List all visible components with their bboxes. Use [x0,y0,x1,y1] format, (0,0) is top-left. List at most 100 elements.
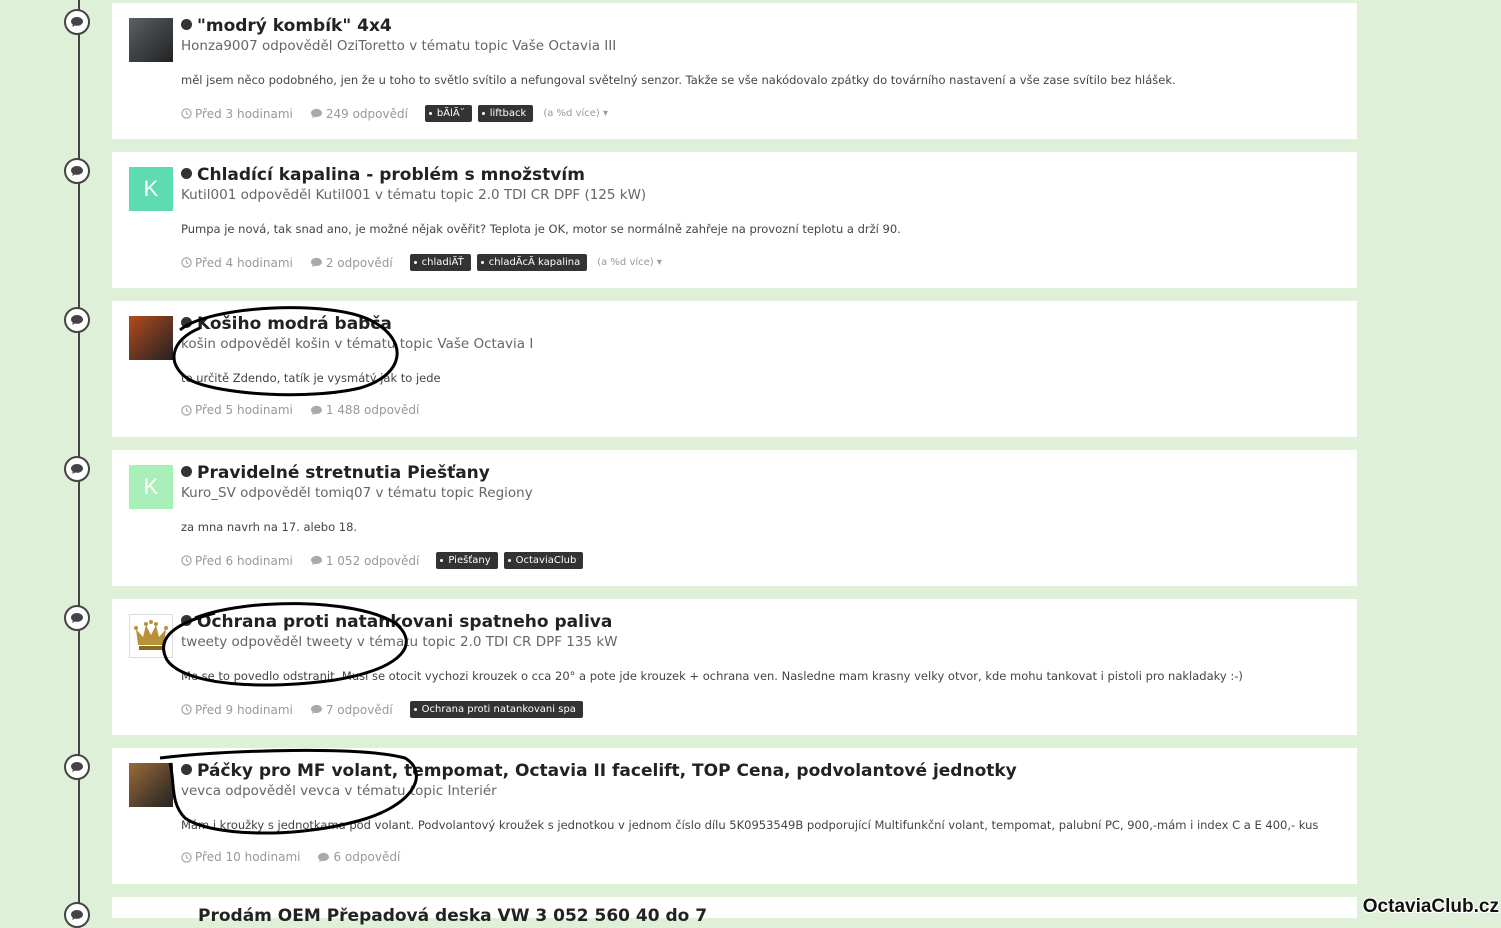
avatar-letter: K [143,474,159,499]
timeline-chat-icon [64,307,90,333]
unread-dot-icon [181,19,192,30]
reply-count[interactable]: 6 odpovědí [317,850,400,864]
timeline-chat-icon [64,9,90,35]
unread-dot-icon [181,764,192,775]
reply-count-text: 6 odpovědí [333,850,401,864]
user-avatar[interactable] [129,763,173,807]
avatar-letter: K [143,176,159,201]
post-time-text: Před 5 hodinami [195,403,293,417]
timeline-chat-icon [64,605,90,631]
reply-count[interactable]: 2 odpovědí [310,256,393,270]
topic-title-link[interactable]: Košiho modrá babča [181,314,392,334]
reply-count-text: 1 052 odpovědí [325,553,420,568]
post-meta: Před 10 hodinami 6 odpovědí [181,850,417,864]
user-avatar[interactable]: K [129,167,173,211]
user-avatar[interactable] [129,316,173,360]
caret-down-icon: ▾ [656,257,662,268]
topic-title-text: "modrý kombík" 4x4 [197,16,392,36]
topic-title-link[interactable]: Páčky pro MF volant, tempomat, Octavia I… [181,761,1017,781]
topic-title-text: Pravidelné stretnutia Piešťany [197,463,490,483]
reply-byline[interactable]: tweety odpověděl tweety v tématu topic 2… [181,634,618,650]
post-time-text: Před 4 hodinami [195,255,293,270]
tag-chip[interactable]: Ochrana proti natankovani spa [409,701,583,718]
more-tags-text: (a %d více) [597,257,654,268]
reply-count-text: 2 odpovědí [325,255,393,270]
user-avatar[interactable] [129,18,173,62]
reply-count[interactable]: 1 052 odpovědí [310,553,420,568]
post-time-text: Před 6 hodinami [195,553,293,568]
post-excerpt: Mám i kroužky s jednotkama pod volant. P… [181,818,1319,832]
unread-dot-icon [181,615,192,626]
unread-dot-icon [181,168,192,179]
clock-icon [181,555,192,566]
clock-icon [181,108,192,119]
reply-count[interactable]: 7 odpovědí [310,703,393,717]
reply-count[interactable]: 249 odpovědí [310,107,408,121]
more-tags-toggle[interactable]: (a %d více) ▾ [597,257,662,268]
unread-dot-icon [181,317,192,328]
more-tags-text: (a %d více) [543,108,600,119]
topic-title-text: Ochrana proti natankovani spatneho paliv… [197,612,613,632]
timeline-chat-icon [64,158,90,184]
reply-byline[interactable]: vevca odpověděl vevca v tématu topic Int… [181,783,497,799]
clock-icon [181,257,192,268]
post-time[interactable]: Před 10 hodinami [181,850,300,864]
post-excerpt: měl jsem něco podobného, jen že u toho t… [181,73,1176,87]
reply-byline[interactable]: Kuro_SV odpověděl tomiq07 v tématu topic… [181,485,533,501]
clock-icon [181,851,192,863]
comment-icon [318,852,330,862]
tag-chip[interactable]: chladiÃŤ [409,254,471,271]
post-time[interactable]: Před 6 hodinami [181,554,293,568]
topic-title-text: Páčky pro MF volant, tempomat, Octavia I… [197,761,1017,781]
tag-chip[interactable]: bÃlÃ˘ [424,105,472,122]
post-meta: Před 5 hodinami 1 488 odpovědí [181,403,436,417]
post-excerpt: za mna navrh na 17. alebo 18. [181,520,358,534]
post-excerpt: Me se to povedlo odstranit. Musi se otoc… [181,669,1243,683]
post-time[interactable]: Před 3 hodinami [181,107,293,121]
activity-card: Páčky pro MF volant, tempomat, Octavia I… [112,748,1357,884]
unread-dot-icon [181,466,192,477]
activity-card: Košiho modrá babča košin odpověděl košin … [112,301,1357,437]
activity-card: K Pravidelné stretnutia Piešťany Kuro_SV o… [112,450,1357,586]
watermark: OctaviaClub.cz [1362,896,1499,917]
user-avatar[interactable]: K [129,465,173,509]
post-meta: Před 4 hodinami 2 odpovědí chladiÃŤ chladÃc… [181,254,662,271]
post-time[interactable]: Před 4 hodinami [181,256,293,270]
topic-title-text: Košiho modrá babča [197,314,392,334]
tag-chip[interactable]: liftback [477,105,534,122]
post-meta: Před 3 hodinami 249 odpovědí bÃlÃ˘ liftback… [181,105,608,122]
comment-icon [310,405,322,415]
post-time-text: Před 9 hodinami [195,702,293,717]
next-post-title-partial[interactable]: Prodám OEM Přepadová deska VW 3 052 560 … [198,906,707,926]
reply-count[interactable]: 1 488 odpovědí [310,403,420,417]
topic-title-link[interactable]: Pravidelné stretnutia Piešťany [181,463,490,483]
clock-icon [181,704,192,715]
comment-icon [310,257,322,268]
tag-chip[interactable]: OctaviaClub [503,552,584,569]
activity-card: "modrý kombík" 4x4 Honza9007 odpověděl Oz… [112,3,1357,139]
tag-chip[interactable]: chladÃcÃ kapalina [476,254,588,271]
comment-icon [310,108,322,119]
reply-byline[interactable]: Kutil001 odpověděl Kutil001 v tématu top… [181,187,646,203]
caret-down-icon: ▾ [603,108,609,119]
reply-byline[interactable]: košin odpověděl košin v tématu topic Vaš… [181,336,533,352]
post-time[interactable]: Před 5 hodinami [181,403,293,417]
activity-card: K Chladící kapalina - problém s množstvím… [112,152,1357,288]
timeline-chat-icon [64,754,90,780]
topic-title-link[interactable]: Ochrana proti natankovani spatneho paliv… [181,612,612,632]
timeline-chat-icon [64,456,90,482]
topic-title-link[interactable]: Chladící kapalina - problém s množstvím [181,165,585,185]
reply-count-text: 1 488 odpovědí [325,403,420,417]
topic-title-text: Chladící kapalina - problém s množstvím [197,165,585,185]
tag-chip[interactable]: Piešťany [436,552,498,569]
topic-title-link[interactable]: "modrý kombík" 4x4 [181,16,392,36]
comment-icon [310,555,322,566]
comment-icon [310,704,322,715]
more-tags-toggle[interactable]: (a %d více) ▾ [543,108,608,119]
post-meta: Před 6 hodinami 1 052 odpovědí Piešťany Oct… [181,552,589,569]
post-excerpt: Pumpa je nová, tak snad ano, je možné ně… [181,222,901,236]
post-time[interactable]: Před 9 hodinami [181,703,293,717]
post-meta: Před 9 hodinami 7 odpovědí Ochrana proti n… [181,701,589,718]
reply-byline[interactable]: Honza9007 odpověděl OziToretto v tématu … [181,38,616,54]
user-avatar[interactable] [129,614,173,658]
